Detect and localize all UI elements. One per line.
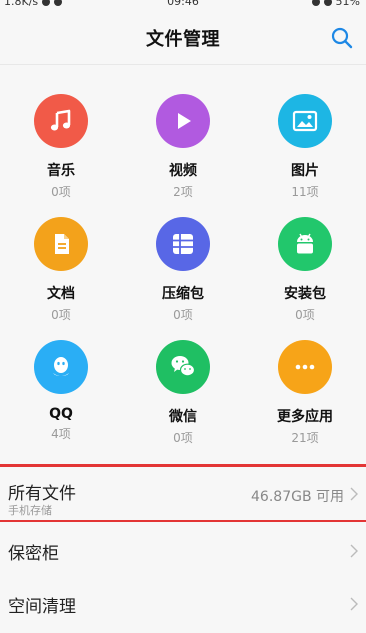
safe-box-row[interactable]: 保密柜 xyxy=(0,522,366,581)
music-note-icon xyxy=(34,94,88,148)
category-count: 0项 xyxy=(295,308,315,322)
category-qq[interactable]: QQ 4项 xyxy=(0,336,122,449)
available-storage: 46.87GB 可用 xyxy=(251,489,344,505)
category-label: 更多应用 xyxy=(277,409,333,425)
safe-box-label: 保密柜 xyxy=(8,544,59,564)
more-apps-icon xyxy=(278,340,332,394)
category-more-apps[interactable]: 更多应用 21项 xyxy=(244,336,366,449)
status-bar: 1.8K/s 09:46 51% xyxy=(0,0,366,10)
wechat-icon xyxy=(156,340,210,394)
category-apk[interactable]: 安装包 0项 xyxy=(244,213,366,326)
bluetooth-icon xyxy=(311,0,320,6)
category-count: 0项 xyxy=(173,308,193,322)
app-header: 文件管理 xyxy=(0,12,366,65)
category-count: 0项 xyxy=(173,431,193,445)
category-count: 2项 xyxy=(173,185,193,199)
search-icon[interactable] xyxy=(330,26,354,50)
document-icon xyxy=(34,217,88,271)
page-title: 文件管理 xyxy=(146,29,220,50)
category-music[interactable]: 音乐 0项 xyxy=(0,90,122,203)
category-document[interactable]: 文档 0项 xyxy=(0,213,122,326)
category-count: 0项 xyxy=(51,185,71,199)
chevron-right-icon xyxy=(350,544,358,558)
image-icon xyxy=(278,94,332,148)
category-wechat[interactable]: 微信 0项 xyxy=(122,336,244,449)
category-count: 0项 xyxy=(51,308,71,322)
category-count: 11项 xyxy=(291,185,319,199)
storage-location: 手机存储 xyxy=(8,504,52,517)
category-label: 文档 xyxy=(47,286,75,302)
archive-icon xyxy=(156,217,210,271)
chevron-right-icon xyxy=(350,597,358,611)
battery-percentage: 51% xyxy=(335,0,360,8)
category-video[interactable]: 视频 2项 xyxy=(122,90,244,203)
qq-icon xyxy=(34,340,88,394)
space-cleanup-label: 空间清理 xyxy=(8,597,76,617)
category-grid: 音乐 0项 视频 2项 图片 11项 文档 0项 压缩包 0项 安装包 0项 Q… xyxy=(0,90,366,449)
category-image[interactable]: 图片 11项 xyxy=(244,90,366,203)
clock: 09:46 xyxy=(167,0,199,8)
category-label: 微信 xyxy=(169,409,197,425)
category-label: 压缩包 xyxy=(162,286,204,302)
category-label: 音乐 xyxy=(47,163,75,179)
category-label: 安装包 xyxy=(284,286,326,302)
category-archive[interactable]: 压缩包 0项 xyxy=(122,213,244,326)
category-label: 视频 xyxy=(169,163,197,179)
category-label: 图片 xyxy=(291,163,319,179)
category-label: QQ xyxy=(49,406,73,422)
wifi-icon xyxy=(323,0,332,6)
category-count: 4项 xyxy=(51,427,71,441)
android-icon xyxy=(278,217,332,271)
category-count: 21项 xyxy=(291,431,319,445)
chevron-right-icon xyxy=(350,487,358,501)
all-files-title: 所有文件 xyxy=(8,484,76,504)
play-icon xyxy=(156,94,210,148)
space-cleanup-row[interactable]: 空间清理 xyxy=(0,575,366,633)
all-files-row[interactable]: 所有文件 手机存储 46.87GB 可用 xyxy=(0,464,366,523)
